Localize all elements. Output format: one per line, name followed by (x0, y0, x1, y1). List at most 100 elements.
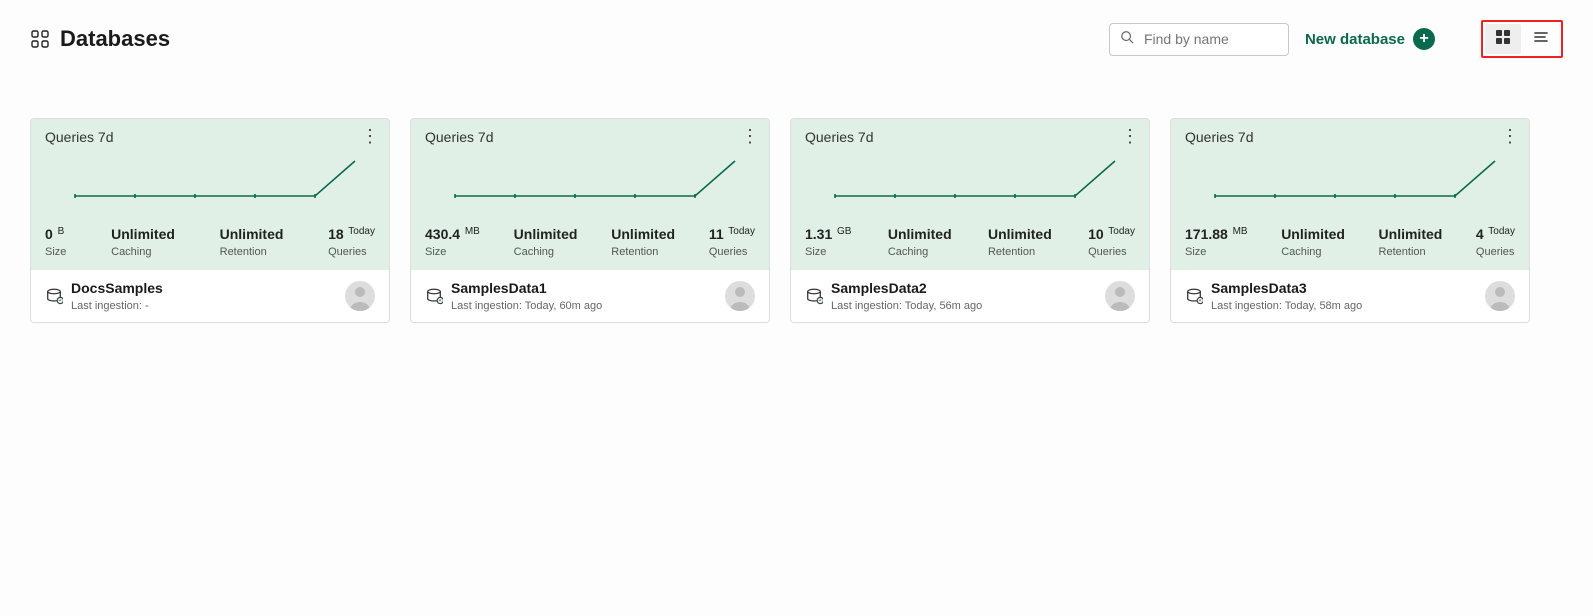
caching-label: Caching (514, 246, 578, 258)
page-title: Databases (60, 26, 170, 52)
sparkline (1185, 151, 1515, 211)
stat-queries: 10 Today Queries (1088, 226, 1135, 258)
avatar (345, 281, 375, 311)
card-bottom: DocsSamples Last ingestion: - (31, 270, 389, 322)
card-bottom: SamplesData3 Last ingestion: Today, 58m … (1171, 270, 1529, 322)
stat-caching: Unlimited Caching (888, 226, 952, 258)
database-card[interactable]: ⋮ Queries 7d 430.4 MB Size Unlimit (410, 118, 770, 323)
stats-row: 171.88 MB Size Unlimited Caching Unlimit… (1185, 226, 1515, 258)
queries-label: Queries 7d (45, 129, 375, 145)
card-more-icon[interactable]: ⋮ (741, 127, 759, 145)
size-label: Size (1185, 246, 1248, 258)
stats-row: 0 B Size Unlimited Caching Unlimited Ret… (45, 226, 375, 258)
stat-size: 1.31 GB Size (805, 226, 851, 258)
size-unit: B (55, 226, 64, 237)
list-icon (1533, 29, 1549, 50)
search-icon (1120, 30, 1134, 49)
caching-label: Caching (111, 246, 175, 258)
plus-circle-icon: + (1413, 28, 1435, 50)
last-ingestion: Last ingestion: Today, 56m ago (831, 300, 982, 312)
sparkline (425, 151, 755, 211)
stat-size: 0 B Size (45, 226, 66, 258)
stat-size: 171.88 MB Size (1185, 226, 1248, 258)
avatar (1485, 281, 1515, 311)
header: Databases New database + (30, 20, 1563, 58)
size-value: 1.31 (805, 226, 832, 242)
card-more-icon[interactable]: ⋮ (1501, 127, 1519, 145)
card-top: ⋮ Queries 7d 0 B Size Unlimited (31, 119, 389, 270)
queries-label-col: Queries (1088, 246, 1135, 258)
apps-icon (30, 29, 50, 49)
database-icon (1185, 287, 1203, 305)
new-database-button[interactable]: New database + (1299, 28, 1441, 50)
stat-retention: Unlimited Retention (988, 226, 1052, 258)
view-toggles (1481, 20, 1563, 58)
stats-row: 1.31 GB Size Unlimited Caching Unlimited… (805, 226, 1135, 258)
sparkline (805, 151, 1135, 211)
stat-queries: 18 Today Queries (328, 226, 375, 258)
database-icon (805, 287, 823, 305)
retention-label: Retention (220, 246, 284, 258)
stat-retention: Unlimited Retention (1379, 226, 1443, 258)
database-card[interactable]: ⋮ Queries 7d 1.31 GB Size Unlimite (790, 118, 1150, 323)
title-group: Databases (30, 26, 1099, 52)
queries-unit: Today (726, 226, 755, 237)
card-top: ⋮ Queries 7d 171.88 MB Size Unlimi (1171, 119, 1529, 270)
avatar (725, 281, 755, 311)
sparkline (45, 151, 375, 211)
database-card[interactable]: ⋮ Queries 7d 171.88 MB Size Unlimi (1170, 118, 1530, 323)
grid-view-button[interactable] (1485, 24, 1521, 54)
queries-value: 10 (1088, 226, 1104, 242)
stat-size: 430.4 MB Size (425, 226, 480, 258)
database-name: SamplesData3 (1211, 280, 1362, 296)
database-name: DocsSamples (71, 280, 163, 296)
database-icon (425, 287, 443, 305)
last-ingestion: Last ingestion: Today, 58m ago (1211, 300, 1362, 312)
card-top: ⋮ Queries 7d 1.31 GB Size Unlimite (791, 119, 1149, 270)
database-name: SamplesData1 (451, 280, 602, 296)
new-database-label: New database (1305, 31, 1405, 48)
queries-label: Queries 7d (1185, 129, 1515, 145)
queries-label: Queries 7d (425, 129, 755, 145)
stat-queries: 11 Today Queries (709, 226, 755, 258)
size-label: Size (45, 246, 66, 258)
card-top: ⋮ Queries 7d 430.4 MB Size Unlimit (411, 119, 769, 270)
list-view-button[interactable] (1523, 24, 1559, 54)
caching-value: Unlimited (1281, 226, 1345, 242)
size-label: Size (425, 246, 480, 258)
search-field[interactable] (1109, 23, 1289, 56)
retention-value: Unlimited (988, 226, 1052, 242)
queries-unit: Today (1106, 226, 1135, 237)
queries-label-col: Queries (328, 246, 375, 258)
database-name: SamplesData2 (831, 280, 982, 296)
stat-retention: Unlimited Retention (220, 226, 284, 258)
size-value: 430.4 (425, 226, 460, 242)
caching-value: Unlimited (111, 226, 175, 242)
retention-label: Retention (611, 246, 675, 258)
card-more-icon[interactable]: ⋮ (1121, 127, 1139, 145)
size-value: 171.88 (1185, 226, 1228, 242)
size-unit: MB (462, 226, 480, 237)
last-ingestion: Last ingestion: Today, 60m ago (451, 300, 602, 312)
caching-label: Caching (1281, 246, 1345, 258)
queries-unit: Today (346, 226, 375, 237)
queries-unit: Today (1486, 226, 1515, 237)
size-value: 0 (45, 226, 53, 242)
cards-grid: ⋮ Queries 7d 0 B Size Unlimited (30, 118, 1563, 323)
caching-value: Unlimited (888, 226, 952, 242)
database-card[interactable]: ⋮ Queries 7d 0 B Size Unlimited (30, 118, 390, 323)
queries-label-col: Queries (1476, 246, 1515, 258)
database-icon (45, 287, 63, 305)
stat-retention: Unlimited Retention (611, 226, 675, 258)
size-label: Size (805, 246, 851, 258)
queries-label: Queries 7d (805, 129, 1135, 145)
retention-value: Unlimited (611, 226, 675, 242)
size-unit: MB (1230, 226, 1248, 237)
stat-caching: Unlimited Caching (1281, 226, 1345, 258)
retention-value: Unlimited (1379, 226, 1443, 242)
retention-value: Unlimited (220, 226, 284, 242)
retention-label: Retention (988, 246, 1052, 258)
card-more-icon[interactable]: ⋮ (361, 127, 379, 145)
stat-caching: Unlimited Caching (111, 226, 175, 258)
search-input[interactable] (1142, 30, 1278, 48)
